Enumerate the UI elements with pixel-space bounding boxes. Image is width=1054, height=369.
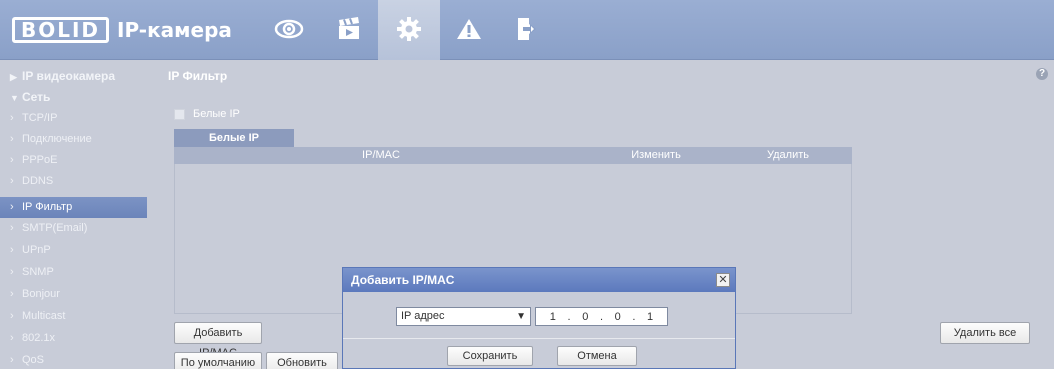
delete-all-button[interactable]: Удалить все (940, 322, 1030, 344)
sidebar-item-snmp[interactable]: › SNMP (0, 262, 147, 283)
sidebar-item-multicast[interactable]: › Multicast (0, 306, 147, 327)
whitelist-checkbox[interactable] (174, 108, 185, 120)
ip-octet-2[interactable]: 0 (582, 311, 588, 323)
sidebar-item-ip-camera[interactable]: ▶ IP видеокамера (0, 66, 147, 87)
dialog-divider (343, 338, 735, 339)
save-button[interactable]: Сохранить (447, 346, 533, 366)
ip-octet-1[interactable]: 1 (550, 311, 556, 323)
chevron-right-icon: › (10, 310, 14, 322)
sidebar-item-8021x[interactable]: › 802.1x (0, 328, 147, 349)
nav-settings[interactable] (378, 0, 440, 60)
help-icon[interactable]: ? (1036, 68, 1048, 80)
ip-dot: . (599, 310, 603, 323)
brand-logo: BOLID (12, 17, 110, 43)
nav-alarm[interactable] (440, 0, 498, 60)
address-type-value: IP адрес (401, 310, 445, 322)
ip-address-input[interactable]: 1. 0. 0. 1 (535, 307, 668, 326)
ip-dot: . (567, 310, 571, 323)
collapse-arrow-icon: ▼ (10, 93, 19, 103)
tab-whitelist[interactable]: Белые IP (174, 129, 294, 147)
tab-bar: IP Фильтр ? (150, 64, 1054, 88)
expand-arrow-icon: ▶ (10, 72, 17, 82)
app-title: IP-камера (117, 18, 232, 42)
chevron-right-icon: › (10, 266, 14, 278)
column-header-edit: Изменить (631, 149, 681, 161)
sidebar-item-ddns[interactable]: › DDNS (0, 171, 147, 192)
column-header-delete: Удалить (767, 149, 809, 161)
sidebar-item-bonjour[interactable]: › Bonjour (0, 284, 147, 305)
ip-octet-3[interactable]: 0 (615, 311, 621, 323)
sidebar-item-upnp[interactable]: › UPnP (0, 240, 147, 261)
dialog-body: IP адрес ▼ 1. 0. 0. 1 Сохранить Отмена (343, 292, 735, 369)
whitelist-checkbox-label: Белые IP (193, 108, 240, 120)
chevron-right-icon: › (10, 244, 14, 256)
ip-dot: . (632, 310, 636, 323)
chevron-right-icon: › (10, 112, 14, 124)
sidebar-item-ip-filter[interactable]: › IP Фильтр (0, 197, 147, 218)
chevron-right-icon: › (10, 201, 14, 213)
nav-logout[interactable] (498, 0, 556, 60)
refresh-button[interactable]: Обновить (266, 352, 338, 369)
address-type-select[interactable]: IP адрес ▼ (396, 307, 531, 326)
cancel-button[interactable]: Отмена (557, 346, 637, 366)
chevron-right-icon: › (10, 175, 14, 187)
chevron-right-icon: › (10, 222, 14, 234)
chevron-right-icon: › (10, 332, 14, 344)
sidebar-item-network[interactable]: ▼ Сеть (0, 87, 147, 108)
add-ipmac-dialog: Добавить IP/MAC ✕ IP адрес ▼ 1. 0. 0. 1 … (342, 267, 736, 369)
chevron-right-icon: › (10, 354, 14, 366)
table-header: IP/MAC Изменить Удалить (174, 147, 852, 164)
sidebar-item-connection[interactable]: › Подключение (0, 129, 147, 150)
sidebar-item-tcpip[interactable]: › TCP/IP (0, 108, 147, 129)
eye-icon (274, 17, 304, 44)
gear-icon (395, 15, 423, 46)
default-button[interactable]: По умолчанию (174, 352, 262, 369)
whitelist-toggle-row: Белые IP (174, 108, 240, 120)
chevron-down-icon: ▼ (516, 311, 526, 322)
column-header-ipmac: IP/MAC (362, 149, 400, 161)
dialog-title: Добавить IP/MAC (343, 268, 735, 292)
chevron-right-icon: › (10, 133, 14, 145)
sidebar-item-smtp[interactable]: › SMTP(Email) (0, 218, 147, 239)
close-icon[interactable]: ✕ (716, 273, 730, 287)
nav-live-view[interactable] (258, 0, 320, 60)
add-ipmac-button[interactable]: Добавить IP/MAC (174, 322, 262, 359)
tab-ip-filter[interactable]: IP Фильтр (156, 64, 248, 88)
logo: BOLID IP-камера (12, 14, 232, 46)
chevron-right-icon: › (10, 154, 14, 166)
warning-icon (456, 17, 482, 44)
chevron-right-icon: › (10, 288, 14, 300)
exit-icon (515, 16, 539, 45)
top-header: BOLID IP-камера (0, 0, 1054, 60)
nav-playback[interactable] (320, 0, 378, 60)
sidebar-item-qos[interactable]: › QoS (0, 350, 147, 369)
ip-octet-4[interactable]: 1 (647, 311, 653, 323)
top-nav (258, 0, 556, 60)
clapperboard-icon (336, 16, 362, 45)
sidebar: ▶ IP видеокамера ▼ Сеть › TCP/IP › Подключен… (0, 60, 147, 369)
sidebar-item-pppoe[interactable]: › PPPoE (0, 150, 147, 171)
